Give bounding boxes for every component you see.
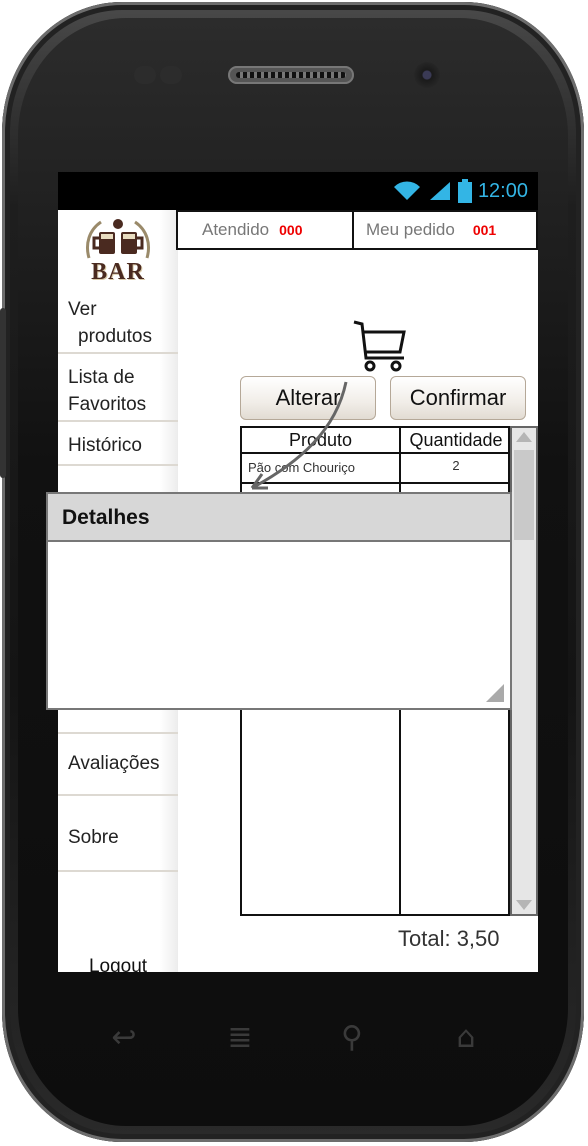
signal-icon (429, 182, 450, 200)
status-bar: 12:00 (58, 172, 538, 210)
sidebar-item-label: Sobre (68, 827, 119, 848)
details-dialog: Detalhes (46, 492, 512, 710)
volume-button (0, 308, 6, 478)
wifi-icon (393, 181, 420, 200)
order-total: Total: 3,50 (398, 926, 500, 951)
dialog-title: Detalhes (48, 494, 510, 542)
front-camera (414, 62, 440, 88)
sidebar-item-favoritos[interactable]: Lista de Favoritos (58, 356, 178, 422)
table-cell-quantity[interactable]: 2 (401, 454, 511, 478)
sidebar-item-label: Avaliações (68, 753, 160, 774)
sidebar-item-label: Ver (68, 299, 97, 320)
sidebar-item-historico[interactable]: Histórico (58, 424, 178, 466)
scroll-thumb[interactable] (514, 450, 534, 540)
home-key-icon[interactable]: ⌂ (446, 1020, 486, 1056)
sidebar-item-sobre[interactable]: Sobre (58, 798, 178, 872)
proximity-sensor (134, 66, 156, 84)
scroll-down-icon[interactable] (516, 900, 532, 910)
attended-label: Atendido (202, 220, 270, 239)
sidebar-item-label: Lista de (68, 367, 135, 388)
sidebar-item-ver-produtos[interactable]: Ver produtos (58, 292, 178, 354)
logo-text: BAR (91, 259, 145, 285)
attended-box: Atendido 000 (176, 210, 354, 250)
order-number: 001 (472, 222, 497, 238)
attended-number: 000 (279, 222, 303, 238)
table-cell-product[interactable]: Pão com Chouriço (248, 456, 398, 480)
sidebar-item-avaliacoes[interactable]: Avaliações (58, 732, 178, 796)
scroll-up-icon[interactable] (516, 432, 532, 442)
battery-icon (457, 179, 472, 203)
logout-button[interactable]: Logout (58, 956, 178, 972)
alter-button[interactable]: Alterar (240, 376, 376, 420)
confirm-button[interactable]: Confirmar (390, 376, 526, 420)
sidebar-item-label: Histórico (68, 435, 142, 456)
sidebar-item-label: produtos (78, 326, 152, 347)
search-key-icon[interactable]: ⚲ (332, 1020, 372, 1056)
bar-logo: BAR (58, 210, 178, 292)
back-key-icon[interactable]: ↩ (104, 1020, 144, 1056)
table-scrollbar[interactable] (510, 426, 538, 916)
light-sensor (160, 66, 182, 84)
order-box: Meu pedido 001 (352, 210, 538, 250)
column-header-quantidade: Quantidade (409, 430, 503, 450)
row-divider (242, 482, 508, 484)
earpiece-speaker (228, 66, 354, 84)
status-clock: 12:00 (477, 179, 528, 202)
order-label: Meu pedido (366, 220, 455, 239)
menu-key-icon[interactable]: ≣ (220, 1020, 260, 1056)
sidebar-item-label: Favoritos (68, 394, 147, 415)
beer-mugs-icon (86, 219, 150, 259)
cart-icon[interactable] (352, 318, 408, 374)
column-header-produto: Produto (288, 430, 353, 450)
resize-grip-icon[interactable] (486, 684, 504, 702)
